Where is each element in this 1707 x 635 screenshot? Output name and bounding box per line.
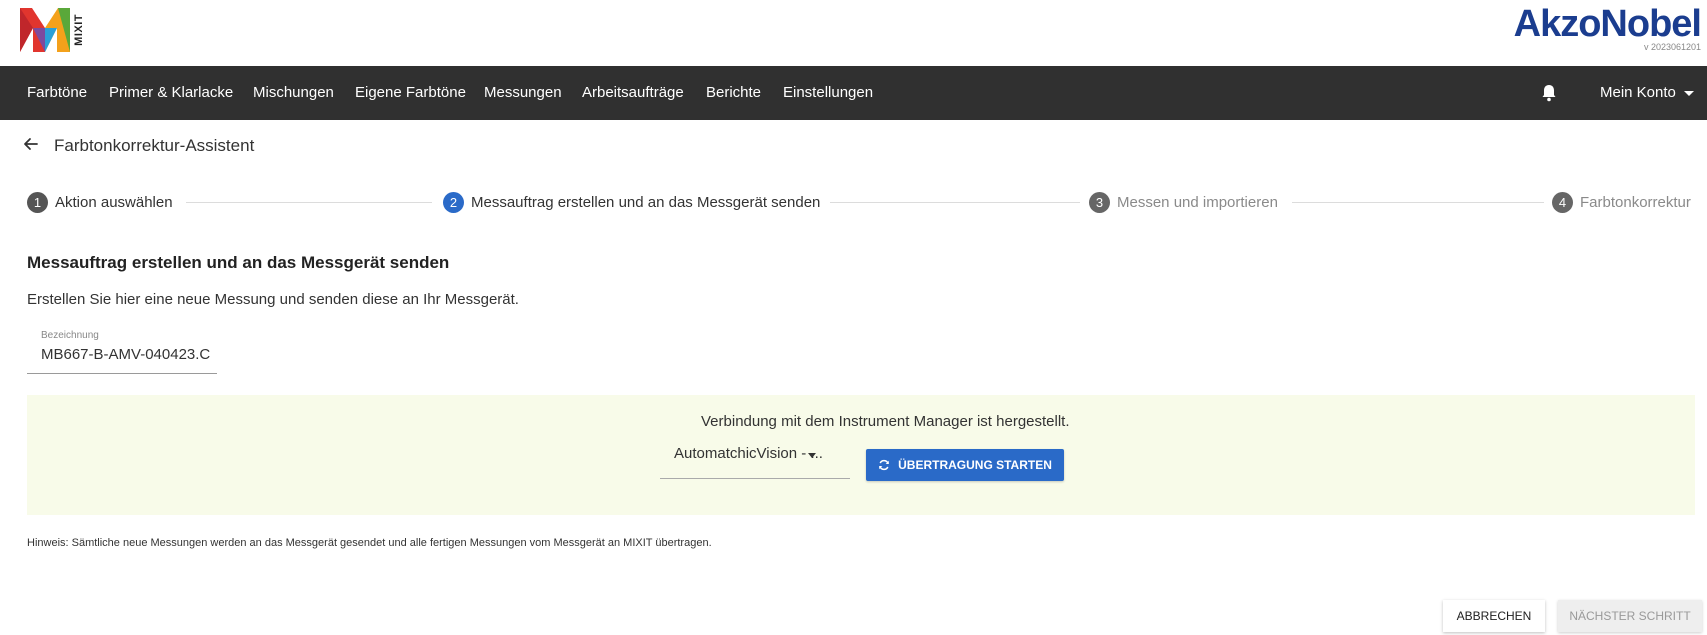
step-number: 3 <box>1089 191 1110 213</box>
stepper-connector <box>830 202 1080 203</box>
designation-field[interactable]: Bezeichnung MB667-B-AMV-040423.C <box>27 328 217 374</box>
nav-item-arbeitsauftraege[interactable]: Arbeitsaufträge <box>582 66 684 120</box>
designation-value[interactable]: MB667-B-AMV-040423.C <box>41 346 210 363</box>
step-label: Messen und importieren <box>1117 193 1278 211</box>
account-menu[interactable]: Mein Konto <box>1600 66 1694 120</box>
back-arrow-icon[interactable] <box>22 135 40 153</box>
cancel-button[interactable]: ABBRECHEN <box>1443 600 1545 632</box>
stepper-step-4: 4 Farbtonkorrektur <box>1552 191 1691 213</box>
step-label: Messauftrag erstellen und an das Messger… <box>471 193 821 211</box>
device-select[interactable]: AutomatchicVision - ... <box>660 441 850 479</box>
nav-item-farbtoene[interactable]: Farbtöne <box>27 66 87 120</box>
stepper-step-2: 2 Messauftrag erstellen und an das Messg… <box>443 191 820 213</box>
section-description: Erstellen Sie hier eine neue Messung und… <box>27 291 519 308</box>
stepper-connector <box>1292 202 1544 203</box>
next-step-button[interactable]: NÄCHSTER SCHRITT <box>1558 600 1702 632</box>
start-transfer-button[interactable]: ÜBERTRAGUNG STARTEN <box>866 449 1064 481</box>
account-label: Mein Konto <box>1600 84 1676 101</box>
stepper-connector <box>186 202 432 203</box>
nav-item-eigene-farbtoene[interactable]: Eigene Farbtöne <box>355 66 466 120</box>
mixit-logo[interactable]: MIXIT <box>20 7 100 53</box>
nav-item-messungen[interactable]: Messungen <box>484 66 562 120</box>
step-label: Aktion auswählen <box>55 193 173 211</box>
hint-text: Hinweis: Sämtliche neue Messungen werden… <box>27 537 712 549</box>
device-select-value: AutomatchicVision - ... <box>674 445 823 462</box>
stepper-step-3: 3 Messen und importieren <box>1089 191 1278 213</box>
bell-icon[interactable] <box>1541 84 1557 102</box>
nav-item-einstellungen[interactable]: Einstellungen <box>783 66 873 120</box>
nav-item-primer-klarlacke[interactable]: Primer & Klarlacke <box>109 66 233 120</box>
instrument-connection-panel: Verbindung mit dem Instrument Manager is… <box>27 395 1695 515</box>
start-transfer-label: ÜBERTRAGUNG STARTEN <box>898 458 1052 472</box>
step-number: 1 <box>27 191 48 213</box>
logo-text: MIXIT <box>73 14 85 46</box>
chevron-down-icon <box>808 453 816 458</box>
page-title: Farbtonkorrektur-Assistent <box>54 136 255 155</box>
nav-item-mischungen[interactable]: Mischungen <box>253 66 334 120</box>
step-label: Farbtonkorrektur <box>1580 193 1691 211</box>
sync-icon <box>879 459 889 471</box>
stepper-step-1: 1 Aktion auswählen <box>27 191 173 213</box>
connection-status-text: Verbindung mit dem Instrument Manager is… <box>701 413 1070 430</box>
chevron-down-icon <box>1683 90 1694 96</box>
nav-item-berichte[interactable]: Berichte <box>706 66 761 120</box>
main-navbar: Farbtöne Primer & Klarlacke Mischungen E… <box>0 66 1707 120</box>
mixit-logo-icon <box>20 8 70 52</box>
brand-block: AkzoNobel v 2023061201 <box>1513 2 1702 52</box>
designation-label: Bezeichnung <box>41 330 99 341</box>
step-number: 4 <box>1552 191 1573 213</box>
app-header: MIXIT AkzoNobel v 2023061201 <box>0 0 1707 66</box>
section-heading: Messauftrag erstellen und an das Messger… <box>27 253 450 272</box>
brand-name: AkzoNobel <box>1513 3 1702 45</box>
step-number: 2 <box>443 191 464 213</box>
